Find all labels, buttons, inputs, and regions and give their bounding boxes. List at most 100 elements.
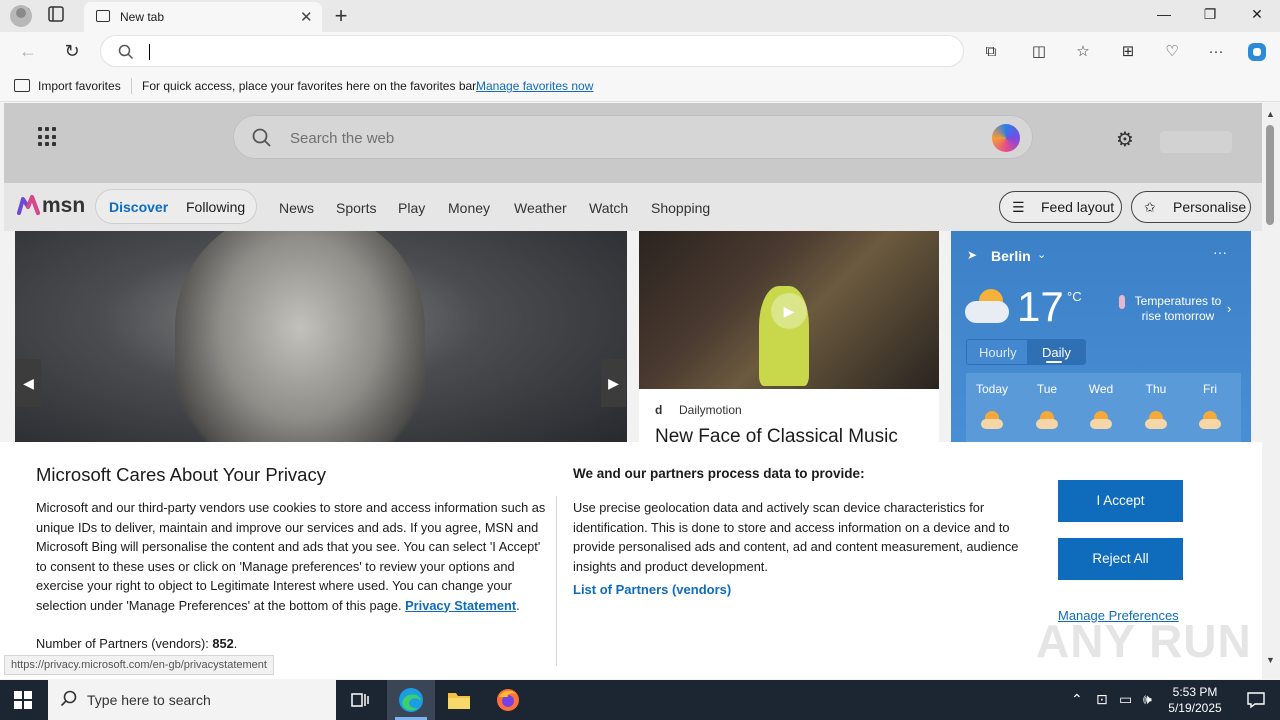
video-card[interactable]: ▶ d Dailymotion New Face of Classical Mu… xyxy=(639,231,939,451)
partly-sunny-icon xyxy=(981,411,1003,429)
network-icon[interactable]: ▭ xyxy=(1119,691,1132,708)
close-tab-icon[interactable]: ✕ xyxy=(300,8,313,26)
nav-play[interactable]: Play xyxy=(398,200,425,216)
back-button[interactable]: ← xyxy=(17,40,39,62)
feed-layout-label: Feed layout xyxy=(1041,199,1115,215)
hero-carousel[interactable]: ◀ ▶ xyxy=(15,231,627,451)
extensions-icon[interactable]: ⧉ xyxy=(980,41,1002,63)
restore-button[interactable]: ❐ xyxy=(1200,6,1220,23)
volume-icon[interactable]: 🕪 xyxy=(1143,691,1152,708)
copilot-icon[interactable] xyxy=(1246,41,1268,63)
nav-money[interactable]: Money xyxy=(448,200,490,216)
import-favorites-button[interactable]: Import favorites xyxy=(38,79,121,93)
task-view-icon[interactable] xyxy=(336,680,384,720)
firefox-icon[interactable] xyxy=(484,680,532,720)
accept-button[interactable]: I Accept xyxy=(1058,480,1183,522)
partly-sunny-icon xyxy=(1090,411,1112,429)
tab-new-tab[interactable]: New tab ✕ xyxy=(84,2,322,32)
search-icon xyxy=(118,44,134,60)
consent-title: Microsoft Cares About Your Privacy xyxy=(36,464,326,485)
partners-label: Number of Partners (vendors): xyxy=(36,636,209,651)
msn-logo[interactable]: msn xyxy=(16,193,85,222)
consent-body: Microsoft and our third-party vendors us… xyxy=(36,500,546,613)
windows-start-icon[interactable] xyxy=(14,691,32,709)
watermark-logo: ANY RUN xyxy=(1036,615,1252,667)
notification-dot xyxy=(28,5,32,10)
msn-header: Search the web ⚙ xyxy=(4,103,1262,183)
weather-alert[interactable]: Temperatures to rise tomorrow xyxy=(1133,294,1223,324)
forecast-day[interactable]: Tue xyxy=(1021,382,1073,396)
apps-grid-icon[interactable] xyxy=(38,127,58,147)
partly-sunny-icon xyxy=(1145,411,1167,429)
collections-icon[interactable]: ⊞ xyxy=(1117,41,1139,63)
notifications-icon[interactable] xyxy=(1232,680,1280,720)
chevron-right-icon[interactable]: › xyxy=(1227,301,1231,316)
nav-shopping[interactable]: Shopping xyxy=(651,200,710,216)
device-icon[interactable]: ⊡ xyxy=(1096,691,1108,708)
weather-card[interactable]: ➤ Berlin ⌄ ··· 17 °C Temperatures to ris… xyxy=(951,231,1251,451)
nav-watch[interactable]: Watch xyxy=(589,200,628,216)
more-options-icon[interactable]: ··· xyxy=(1213,244,1227,260)
feed-layout-button[interactable]: ☰ Feed layout xyxy=(999,191,1122,223)
carousel-prev-button[interactable]: ◀ xyxy=(16,359,41,407)
nav-sports[interactable]: Sports xyxy=(336,200,376,216)
file-explorer-icon[interactable] xyxy=(435,680,483,720)
gear-icon[interactable]: ⚙ xyxy=(1116,127,1134,152)
edge-taskbar-icon[interactable] xyxy=(387,680,435,720)
new-tab-page-icon xyxy=(96,10,110,22)
sign-in-button[interactable] xyxy=(1160,131,1232,153)
partly-sunny-icon xyxy=(1036,411,1058,429)
play-icon[interactable]: ▶ xyxy=(771,293,807,329)
nav-news[interactable]: News xyxy=(279,200,314,216)
forecast-day[interactable]: Thu xyxy=(1130,382,1182,396)
mode-hourly[interactable]: Hourly xyxy=(979,345,1017,360)
minimize-button[interactable]: — xyxy=(1154,6,1174,22)
search-icon xyxy=(60,690,77,707)
web-search-box[interactable]: Search the web xyxy=(233,115,1033,159)
scroll-thumb[interactable] xyxy=(1266,125,1274,225)
tab-discover[interactable]: Discover xyxy=(109,199,168,215)
consent-body-text: Microsoft and our third-party vendors us… xyxy=(36,500,546,613)
chevron-down-icon[interactable]: ⌄ xyxy=(1037,248,1046,261)
more-menu-icon[interactable]: ··· xyxy=(1205,41,1227,63)
forecast-day[interactable]: Fri xyxy=(1184,382,1236,396)
profile-avatar[interactable] xyxy=(10,5,32,27)
manage-favorites-link[interactable]: Manage favorites now xyxy=(476,79,593,93)
weather-city[interactable]: Berlin xyxy=(991,248,1031,264)
nav-weather[interactable]: Weather xyxy=(514,200,567,216)
video-thumbnail: ▶ xyxy=(639,231,939,389)
forecast-day[interactable]: Wed xyxy=(1075,382,1127,396)
new-tab-button[interactable]: + xyxy=(330,3,352,29)
list-of-partners-link[interactable]: List of Partners (vendors) xyxy=(573,582,731,597)
sliders-icon: ☰ xyxy=(1012,199,1025,215)
mode-daily[interactable]: Daily xyxy=(1042,345,1071,360)
tab-following[interactable]: Following xyxy=(186,199,245,215)
forecast-day[interactable]: Today xyxy=(966,382,1018,396)
hero-image xyxy=(175,231,425,451)
browser-essentials-icon[interactable]: ♡ xyxy=(1161,41,1183,63)
split-screen-icon[interactable]: ◫ xyxy=(1028,41,1050,63)
search-placeholder: Search the web xyxy=(290,130,395,147)
reject-all-button[interactable]: Reject All xyxy=(1058,538,1183,580)
carousel-next-button[interactable]: ▶ xyxy=(601,359,626,407)
scroll-down-icon[interactable]: ▼ xyxy=(1266,655,1275,665)
taskbar-search[interactable]: Type here to search xyxy=(48,680,336,720)
source-logo-icon: d xyxy=(655,403,663,417)
star-sparkle-icon: ✩ xyxy=(1144,199,1156,215)
taskbar-clock[interactable]: 5:53 PM 5/19/2025 xyxy=(1160,684,1230,716)
divider xyxy=(556,496,557,666)
daily-forecast: Today Tue Wed Thu Fri xyxy=(966,373,1241,451)
copilot-icon[interactable] xyxy=(992,124,1020,152)
refresh-button[interactable]: ↻ xyxy=(61,40,83,62)
address-bar[interactable] xyxy=(100,35,964,67)
privacy-statement-link[interactable]: Privacy Statement xyxy=(405,598,516,613)
scroll-up-icon[interactable]: ▲ xyxy=(1266,109,1275,119)
personalise-button[interactable]: ✩ Personalise xyxy=(1131,191,1251,223)
show-hidden-icons-icon[interactable]: ⌃ xyxy=(1071,691,1083,708)
close-window-button[interactable]: ✕ xyxy=(1247,6,1267,23)
favorites-star-icon[interactable]: ☆ xyxy=(1072,41,1094,63)
tab-actions-icon[interactable] xyxy=(48,6,72,26)
partners-count: Number of Partners (vendors): 852. xyxy=(36,636,238,651)
temperature-unit[interactable]: °C xyxy=(1067,289,1082,304)
page-scrollbar[interactable]: ▲ ▼ xyxy=(1262,103,1280,679)
